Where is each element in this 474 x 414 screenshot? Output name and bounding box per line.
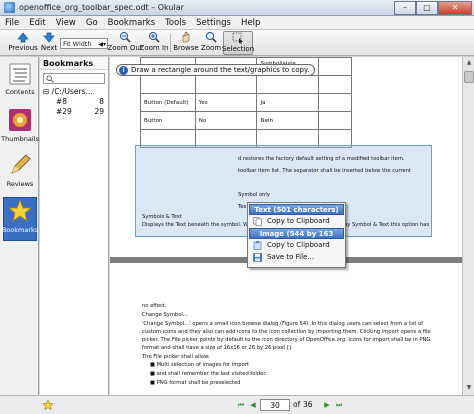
page-text-line: ■ and shall remember the last visited fo… (150, 371, 267, 377)
title-bar: openoffice_org_toolbar_spec.odt – Okular… (0, 0, 474, 16)
zoom-out-icon (119, 31, 132, 43)
clipboard-icon (252, 240, 262, 250)
menu-bar: File Edit View Go Bookmarks Tools Settin… (0, 16, 474, 30)
sidebar-item-bookmarks[interactable]: Bookmarks (2, 197, 38, 241)
selection-tool-icon (232, 32, 245, 44)
star-icon (7, 198, 33, 222)
info-icon: i (119, 65, 128, 75)
zoom-in-button[interactable]: Zoom In (140, 31, 168, 55)
zoom-in-icon (148, 31, 161, 43)
bookmarks-search-input[interactable] (43, 73, 105, 84)
page-navigation-bar: ⏮ ◀ 30 of 36 ▶ ⏭ (0, 395, 474, 414)
menu-view[interactable]: View (51, 18, 81, 28)
menu-help[interactable]: Help (236, 18, 265, 28)
sidebar-item-contents[interactable]: Contents (3, 62, 37, 106)
text-section-title: Text (501 characters) (249, 204, 344, 215)
chevron-down-icon: ◀▾ (98, 41, 106, 48)
magnifier-icon (205, 31, 218, 43)
scroll-up-icon[interactable]: ▲ (464, 58, 474, 68)
thumbnails-icon (9, 109, 31, 131)
page-text-line: toolbar item list. The separator shall b… (238, 168, 411, 174)
window-title: openoffice_org_toolbar_spec.odt – Okular (19, 3, 184, 12)
page-text-line: ■ Multi selection of images for import (150, 362, 249, 368)
browse-tool-button[interactable]: Browse (173, 31, 199, 55)
toolbar-separator (170, 34, 171, 52)
zoom-out-button[interactable]: Zoom Out (107, 31, 143, 55)
sidebar: Contents Thumbnails Reviews Bookmarks (0, 57, 39, 395)
page-text-line: Symbols & Text (142, 214, 182, 220)
sidebar-item-thumbnails[interactable]: Thumbnails (1, 107, 39, 151)
bookmark-star-icon[interactable] (42, 399, 54, 413)
document-page: no effect. Change Symbol... 'Change Symb… (110, 263, 462, 395)
page-number-input[interactable]: 30 (260, 399, 290, 411)
bookmarks-header: Bookmarks (40, 57, 108, 70)
menu-file[interactable]: File (0, 18, 24, 28)
maximize-button[interactable]: □ (416, 0, 438, 15)
image-section-title: Image (544 by 163 pixels) (249, 228, 344, 249)
save-to-file-menu-item[interactable]: Save to File... (248, 251, 345, 263)
last-page-icon[interactable]: ⏭ (334, 400, 344, 410)
copy-icon (252, 216, 262, 226)
previous-page-icon[interactable]: ◀ (248, 400, 258, 410)
bookmarks-panel: Bookmarks ⊟ /C:/Users... #8 8 #29 29 (40, 57, 109, 395)
copy-text-menu-item[interactable]: Copy to Clipboard (248, 215, 345, 227)
arrow-down-icon (43, 31, 56, 43)
zoom-select[interactable]: Fit Width ◀▾ (60, 38, 108, 49)
page-text-line: format and shall have a size of 16x16 or… (142, 345, 293, 351)
bookmark-item[interactable]: #8 8 (40, 97, 108, 107)
vertical-scrollbar[interactable]: ▲ ▼ (462, 57, 474, 395)
menu-go[interactable]: Go (81, 18, 103, 28)
okular-app-icon (4, 2, 15, 13)
page-text-line: custom icons and they also can add icons… (142, 329, 431, 335)
minimize-button[interactable]: – (394, 0, 416, 15)
arrow-up-icon (17, 31, 30, 43)
selection-tool-button[interactable]: Selection (222, 31, 254, 55)
page-text-line: no effect. (142, 303, 167, 309)
table-row: Button (Default) Yes Ja (140, 93, 352, 112)
menu-edit[interactable]: Edit (24, 18, 50, 28)
next-button[interactable]: Next (40, 31, 58, 55)
page-text-line: ■ PNG format shall be preselected (150, 380, 241, 386)
page-text-line: Symbol only (238, 192, 270, 198)
total-pages-label: 36 (303, 400, 313, 409)
page-text-line: The File picker shall allow: (142, 354, 210, 360)
menu-tools[interactable]: Tools (160, 18, 191, 28)
first-page-icon[interactable]: ⏮ (236, 400, 246, 410)
scrollbar-thumb[interactable] (464, 71, 474, 83)
bookmark-item[interactable]: #29 29 (40, 107, 108, 117)
window-controls: – □ ✕ (394, 0, 472, 15)
page-text-line: Change Symbol... (142, 312, 188, 318)
table-row (140, 75, 352, 94)
page-text-line: d restores the factory default setting o… (238, 156, 405, 162)
save-icon (252, 252, 262, 262)
zoom-tool-button[interactable]: Zoom (201, 31, 221, 55)
close-button[interactable]: ✕ (438, 0, 472, 15)
document-viewer[interactable]: delete the toolbar? Symbolleiste gelösch… (110, 57, 462, 395)
pencil-icon (11, 154, 31, 174)
next-page-icon[interactable]: ▶ (322, 400, 332, 410)
selection-tooltip: i Draw a rectangle around the text/graph… (116, 64, 316, 76)
search-icon (46, 74, 54, 83)
menu-bookmarks[interactable]: Bookmarks (103, 18, 161, 28)
sidebar-item-reviews[interactable]: Reviews (3, 152, 37, 196)
menu-settings[interactable]: Settings (191, 18, 236, 28)
page-text-line: picker. The File picker points by defaul… (142, 337, 431, 343)
main-toolbar: Previous Next Fit Width ◀▾ Zoom Out Zoom… (0, 30, 474, 56)
bookmark-file-item[interactable]: ⊟ /C:/Users... (40, 87, 108, 97)
scroll-down-icon[interactable]: ▼ (464, 383, 474, 393)
hand-icon (180, 31, 193, 43)
contents-icon (9, 63, 31, 85)
previous-button[interactable]: Previous (8, 31, 38, 55)
table-row: Button No Nein (140, 111, 352, 130)
selection-context-menu: Text (501 characters) Copy to Clipboard … (247, 202, 346, 268)
collapse-icon: ⊟ (43, 87, 52, 96)
page-of-label: of (293, 400, 301, 409)
page-text-line: 'Change Symbol...' opens a small icon br… (142, 321, 424, 327)
